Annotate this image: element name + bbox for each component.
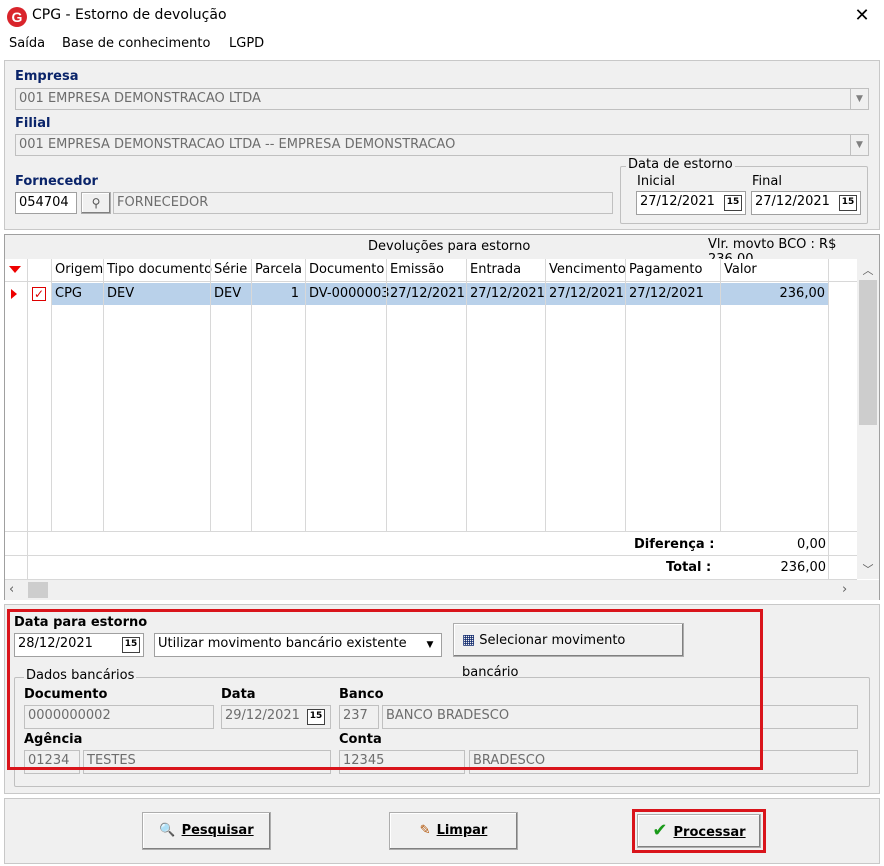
filial-value: 001 EMPRESA DEMONSTRACAO LTDA -- EMPRESA… <box>19 137 456 152</box>
calendar-icon[interactable]: 15 <box>839 195 857 211</box>
cell-origem: CPG <box>55 286 82 301</box>
magnifier-icon: 🔍 <box>159 823 176 838</box>
horizontal-scrollbar[interactable] <box>5 580 879 600</box>
grid-line <box>51 259 52 531</box>
grid-line <box>210 259 211 531</box>
row-checkbox[interactable]: ✓ <box>32 287 46 301</box>
col-vencimento[interactable]: Vencimento <box>546 259 629 281</box>
cell-emissao: 27/12/2021 <box>390 286 465 301</box>
cell-tipo: DEV <box>107 286 135 301</box>
chevron-down-icon[interactable]: ▼ <box>850 135 868 155</box>
cell-pagamento: 27/12/2021 <box>629 286 704 301</box>
h-scrollbar-thumb[interactable] <box>28 582 48 598</box>
diferenca-value: 0,00 <box>797 537 826 552</box>
highlight-box <box>7 609 763 770</box>
cell-documento: DV-0000003 <box>309 286 390 301</box>
close-icon[interactable]: ✕ <box>848 4 876 28</box>
sort-arrow-icon[interactable] <box>9 266 21 273</box>
col-emissao[interactable]: Emissão <box>387 259 447 281</box>
col-valor[interactable]: Valor <box>721 259 760 281</box>
col-serie[interactable]: Série <box>211 259 250 281</box>
pesquisar-label: Pesquisar <box>181 823 254 838</box>
fornecedor-name-field: FORNECEDOR <box>113 192 613 214</box>
processar-button[interactable]: ✔ Processar <box>637 814 761 848</box>
final-label: Final <box>752 174 782 189</box>
calendar-icon[interactable]: 15 <box>724 195 742 211</box>
filial-select[interactable]: 001 EMPRESA DEMONSTRACAO LTDA -- EMPRESA… <box>15 134 869 156</box>
grid-line <box>103 259 104 531</box>
processar-label: Processar <box>673 825 746 840</box>
inicial-date: 27/12/2021 <box>640 194 715 209</box>
scrollbar-thumb[interactable] <box>859 280 877 425</box>
limpar-button[interactable]: ✎ Limpar <box>389 812 518 850</box>
grid-line <box>5 555 857 556</box>
cell-serie: DEV <box>214 286 242 301</box>
grid-line <box>5 531 857 532</box>
cell-vencimento: 27/12/2021 <box>549 286 624 301</box>
scroll-left-icon[interactable]: ‹ <box>9 582 14 597</box>
cell-valor: 236,00 <box>779 286 826 301</box>
col-tipo-documento[interactable]: Tipo documento <box>104 259 215 281</box>
scroll-up-icon[interactable]: ︿ <box>857 262 879 278</box>
eraser-icon: ✎ <box>419 823 431 838</box>
grid-line <box>545 259 546 531</box>
pesquisar-button[interactable]: 🔍 Pesquisar <box>142 812 271 850</box>
empresa-value: 001 EMPRESA DEMONSTRACAO LTDA <box>19 91 261 106</box>
cell-parcela: 1 <box>290 286 299 301</box>
menu-saida[interactable]: Saída <box>9 36 45 51</box>
grid-line <box>625 259 626 531</box>
limpar-label: Limpar <box>436 823 488 838</box>
final-date: 27/12/2021 <box>755 194 830 209</box>
grid-line <box>386 259 387 531</box>
col-origem[interactable]: Origem <box>52 259 106 281</box>
data-estorno-group-title: Data de estorno <box>626 157 735 172</box>
fornecedor-code-input[interactable]: 054704 <box>15 192 77 214</box>
window-title: CPG - Estorno de devolução <box>32 7 227 23</box>
filial-label: Filial <box>15 116 51 131</box>
col-parcela[interactable]: Parcela <box>252 259 305 281</box>
menu-base-conhecimento[interactable]: Base de conhecimento <box>62 36 210 51</box>
menu-lgpd[interactable]: LGPD <box>229 36 264 51</box>
grid-line <box>720 259 721 531</box>
diferenca-label: Diferença : <box>634 537 715 552</box>
total-value: 236,00 <box>780 560 827 575</box>
fornecedor-name: FORNECEDOR <box>117 195 209 210</box>
binoculars-icon[interactable]: ⚲ <box>81 192 111 214</box>
col-pagamento[interactable]: Pagamento <box>626 259 705 281</box>
scroll-right-icon[interactable]: › <box>842 582 847 597</box>
grid-line <box>466 259 467 531</box>
checkmark-icon: ✔ <box>652 820 668 841</box>
cell-entrada: 27/12/2021 <box>470 286 545 301</box>
total-label: Total : <box>666 560 712 575</box>
grid-title: Devoluções para estorno <box>368 239 531 254</box>
empresa-label: Empresa <box>15 69 79 84</box>
inicial-label: Inicial <box>637 174 676 189</box>
grid-line <box>251 259 252 531</box>
fornecedor-label: Fornecedor <box>15 174 98 189</box>
app-logo-icon: G <box>7 7 27 27</box>
col-documento[interactable]: Documento <box>306 259 387 281</box>
chevron-down-icon[interactable]: ▼ <box>850 89 868 109</box>
grid-line <box>305 259 306 531</box>
row-indicator-icon <box>11 289 17 299</box>
scroll-down-icon[interactable]: ﹀ <box>857 561 879 577</box>
col-entrada[interactable]: Entrada <box>467 259 524 281</box>
empresa-select[interactable]: 001 EMPRESA DEMONSTRACAO LTDA <box>15 88 869 110</box>
fornecedor-code: 054704 <box>19 195 69 210</box>
